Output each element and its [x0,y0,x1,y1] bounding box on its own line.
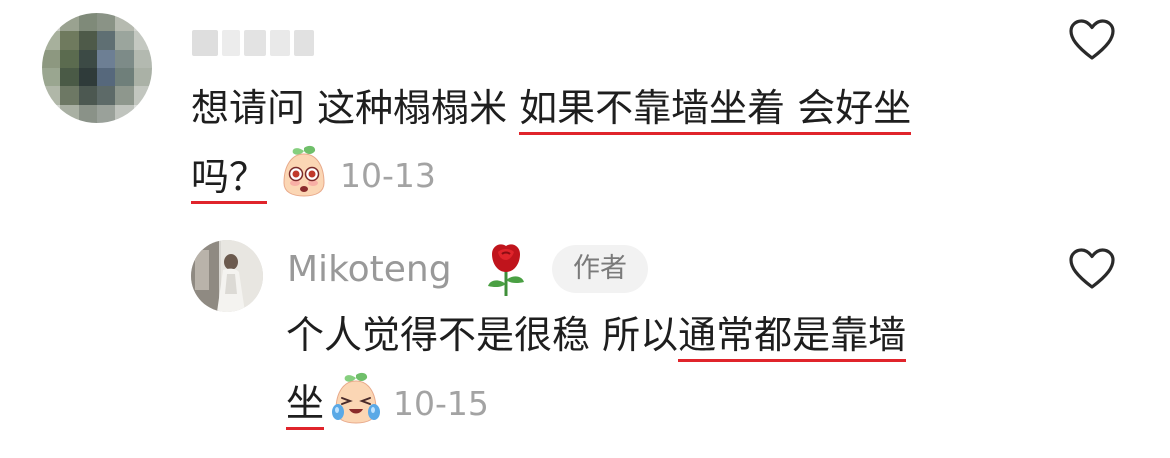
reply-like-heart-icon[interactable] [1068,247,1116,291]
comment-text-underlined: 如果不靠墙坐着 会好坐 [519,86,912,135]
reply-text-underlined: 通常都是靠墙 [678,313,907,362]
commenter-username-redacted[interactable] [192,30,314,56]
pleading-face-emoji-icon [283,145,325,197]
author-badge: 作者 [552,245,648,293]
comment-date: 10-13 [340,156,436,195]
reply-text-line-1: 个人觉得不是很稳 所以通常都是靠墙 [286,313,907,362]
rose-icon [488,244,524,296]
reply-text-line-2: 坐 [286,381,325,430]
reply-date: 10-15 [393,384,489,423]
reply-avatar[interactable] [191,240,263,312]
like-heart-icon[interactable] [1068,18,1116,62]
reply-username[interactable]: Mikoteng [287,248,452,292]
comment-text-plain: 想请问 这种榻榻米 [191,86,520,130]
reply-text-underlined-continued: 坐 [286,381,325,430]
reply-text-plain: 个人觉得不是很稳 所以 [286,313,679,357]
comment-text-underlined-continued: 吗？ [191,155,268,204]
commenter-avatar[interactable] [42,13,152,123]
comment-text-line-1: 想请问 这种榻榻米 如果不靠墙坐着 会好坐 [191,86,912,135]
crying-face-emoji-icon [332,372,380,424]
comment-text-line-2: 吗？ [191,155,268,204]
